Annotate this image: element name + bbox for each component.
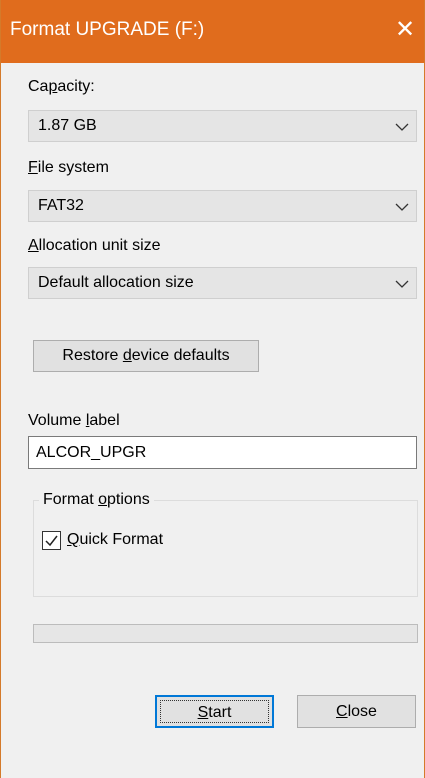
file-system-value: FAT32 [38, 197, 84, 214]
close-icon[interactable]: ✕ [390, 12, 420, 48]
volume-label-value: ALCOR_UPGR [36, 444, 147, 461]
file-system-dropdown[interactable]: FAT32 [28, 190, 417, 222]
chevron-down-icon [395, 280, 409, 288]
capacity-label: Capacity: [28, 78, 95, 95]
close-button[interactable]: Close [297, 695, 416, 728]
restore-defaults-button[interactable]: Restore device defaults [33, 340, 259, 372]
format-progress-bar [33, 624, 418, 643]
title-bar[interactable]: Format UPGRADE (F:) ✕ [1, 0, 424, 63]
allocation-value: Default allocation size [38, 274, 194, 291]
allocation-dropdown[interactable]: Default allocation size [28, 267, 417, 299]
format-dialog: Format UPGRADE (F:) ✕ Capacity: 1.87 GB … [0, 0, 425, 778]
window-title: Format UPGRADE (F:) [10, 19, 205, 40]
volume-label-label: Volume label [28, 412, 120, 429]
format-options-legend: Format options [39, 490, 154, 510]
quick-format-label[interactable]: Quick Format [67, 530, 163, 550]
focus-rectangle [160, 700, 269, 723]
allocation-label: Allocation unit size [28, 237, 161, 254]
chevron-down-icon [395, 123, 409, 131]
capacity-value: 1.87 GB [38, 117, 97, 134]
capacity-dropdown[interactable]: 1.87 GB [28, 110, 417, 142]
start-button[interactable]: Start [155, 695, 274, 728]
file-system-label: File system [28, 159, 109, 176]
checkmark-icon [45, 535, 58, 547]
quick-format-checkbox[interactable] [42, 531, 61, 550]
chevron-down-icon [395, 203, 409, 211]
volume-label-input[interactable]: ALCOR_UPGR [28, 436, 417, 469]
